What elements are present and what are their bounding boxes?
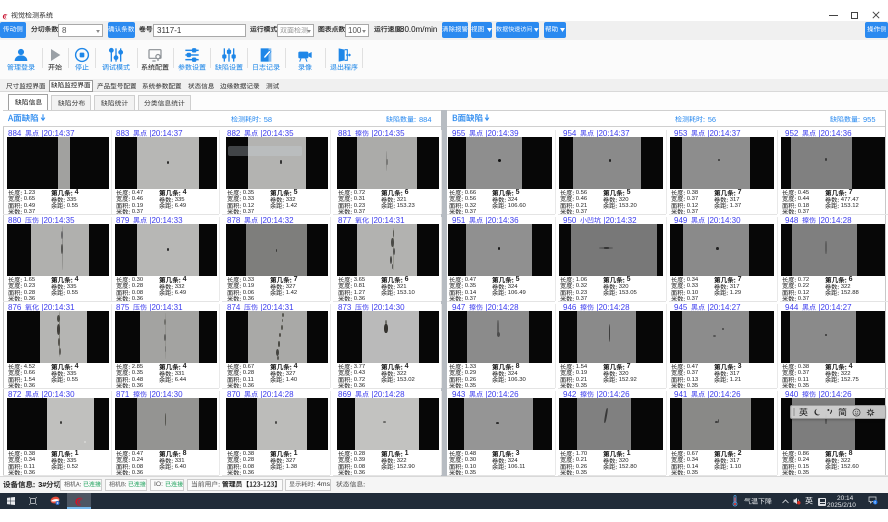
svg-text:6: 6 bbox=[874, 501, 876, 505]
